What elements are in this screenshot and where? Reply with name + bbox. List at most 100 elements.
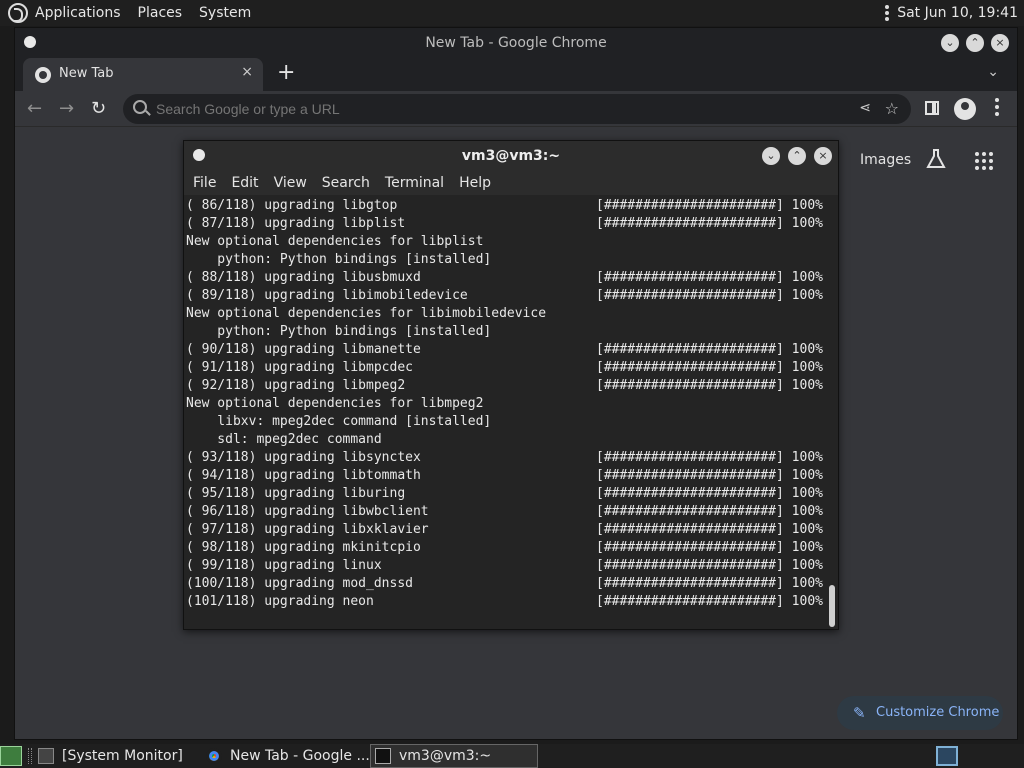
terminal-line-text: ( 91/118) upgrading libmpcdec <box>186 360 413 375</box>
tab-search-icon[interactable]: ⌄ <box>987 64 999 80</box>
progress-bar-text: [######################] 100% <box>596 468 823 483</box>
forward-icon[interactable]: → <box>59 98 74 119</box>
progress-bar-text: [######################] 100% <box>596 198 823 213</box>
terminal-line-text: ( 95/118) upgrading liburing <box>186 486 406 501</box>
chrome-icon <box>206 748 222 764</box>
menu-search[interactable]: Search <box>322 175 370 191</box>
minimize-icon[interactable]: ⌄ <box>941 34 959 52</box>
tab-strip: New Tab × + ⌄ <box>15 58 1017 91</box>
maximize-icon[interactable]: ⌃ <box>788 147 806 165</box>
google-apps-icon[interactable] <box>975 152 993 170</box>
terminal-line-text: sdl: mpeg2dec command <box>186 432 382 447</box>
taskbar-item-chrome[interactable]: New Tab - Google ... <box>206 744 370 768</box>
scrollbar-thumb[interactable] <box>829 585 835 627</box>
clock[interactable]: Sat Jun 10, 19:41 <box>897 5 1018 21</box>
show-desktop-icon[interactable] <box>0 746 22 766</box>
terminal-line-text: ( 99/118) upgrading linux <box>186 558 382 573</box>
terminal-output[interactable]: ( 86/118) upgrading libgtop [############… <box>186 197 826 627</box>
progress-bar-text: [######################] 100% <box>596 288 823 303</box>
progress-bar-text <box>596 233 826 251</box>
terminal-line: ( 97/118) upgrading libxklavier [########… <box>186 521 826 539</box>
progress-bar-text: [######################] 100% <box>596 378 823 393</box>
terminal-line: ( 99/118) upgrading linux [##############… <box>186 557 826 575</box>
progress-bar-text <box>596 323 826 341</box>
terminal-line: ( 94/118) upgrading libtommath [#########… <box>186 467 826 485</box>
bookmark-star-icon[interactable]: ☆ <box>885 99 899 118</box>
reload-icon[interactable]: ↻ <box>91 98 106 119</box>
terminal-menubar: File Edit View Search Terminal Help <box>184 171 838 195</box>
terminal-line: ( 98/118) upgrading mkinitcpio [#########… <box>186 539 826 557</box>
taskbar-handle[interactable] <box>28 748 32 764</box>
taskbar-item-terminal[interactable]: vm3@vm3:~ <box>370 744 538 768</box>
terminal-icon <box>375 748 391 764</box>
terminal-line-text: python: Python bindings [installed] <box>186 324 492 339</box>
progress-bar-text: [######################] 100% <box>596 270 823 285</box>
taskbar-item-system-monitor[interactable]: [System Monitor] <box>38 744 183 768</box>
customize-chrome-button[interactable]: ✎ Customize Chrome <box>837 696 1003 730</box>
top-panel: Applications Places System Sat Jun 10, 1… <box>0 0 1024 26</box>
panel-overflow-icon[interactable] <box>885 5 890 21</box>
close-icon[interactable]: × <box>814 147 832 165</box>
close-icon[interactable]: × <box>991 34 1009 52</box>
share-icon[interactable]: ⋖ <box>859 100 871 116</box>
workspace-switcher[interactable] <box>936 746 958 766</box>
terminal-line: (100/118) upgrading mod_dnssd [##########… <box>186 575 826 593</box>
terminal-line-text: libxv: mpeg2dec command [installed] <box>186 414 492 429</box>
chrome-menu-icon[interactable] <box>995 98 999 116</box>
back-icon[interactable]: ← <box>27 98 42 119</box>
images-link[interactable]: Images <box>860 152 911 168</box>
progress-bar-text: [######################] 100% <box>596 216 823 231</box>
terminal-line-text: ( 98/118) upgrading mkinitcpio <box>186 540 421 555</box>
menu-edit[interactable]: Edit <box>231 175 258 191</box>
terminal-line-text: (100/118) upgrading mod_dnssd <box>186 576 413 591</box>
progress-bar-text <box>596 431 826 449</box>
labs-flask-icon[interactable] <box>925 148 947 170</box>
chrome-titlebar[interactable]: New Tab - Google Chrome ⌄ ⌃ × <box>15 28 1017 58</box>
tab-label: New Tab <box>59 66 114 81</box>
menu-file[interactable]: File <box>193 175 216 191</box>
maximize-icon[interactable]: ⌃ <box>966 34 984 52</box>
profile-avatar-icon[interactable] <box>954 98 976 120</box>
terminal-line-text: ( 96/118) upgrading libwbclient <box>186 504 429 519</box>
tab-new-tab[interactable]: New Tab × <box>23 58 263 91</box>
terminal-scrollbar[interactable] <box>829 197 835 627</box>
places-menu[interactable]: Places <box>138 5 183 21</box>
terminal-line-text: (101/118) upgrading neon <box>186 594 374 609</box>
omnibox-input[interactable] <box>156 100 806 118</box>
terminal-line-text: ( 97/118) upgrading libxklavier <box>186 522 429 537</box>
progress-bar-text <box>596 305 826 323</box>
menu-view[interactable]: View <box>274 175 307 191</box>
applications-menu[interactable]: Applications <box>35 5 121 21</box>
progress-bar-text: [######################] 100% <box>596 342 823 357</box>
progress-bar-text: [######################] 100% <box>596 576 823 591</box>
tab-close-icon[interactable]: × <box>241 64 253 80</box>
menu-help[interactable]: Help <box>459 175 491 191</box>
terminal-line: ( 90/118) upgrading libmanette [#########… <box>186 341 826 359</box>
terminal-line-text: python: Python bindings [installed] <box>186 252 492 267</box>
terminal-line-text: ( 89/118) upgrading libimobiledevice <box>186 288 468 303</box>
terminal-line: ( 92/118) upgrading libmpeg2 [###########… <box>186 377 826 395</box>
terminal-line-text: ( 93/118) upgrading libsynctex <box>186 450 421 465</box>
minimize-icon[interactable]: ⌄ <box>762 147 780 165</box>
terminal-line-text: ( 94/118) upgrading libtommath <box>186 468 421 483</box>
distro-logo-icon[interactable] <box>8 3 28 23</box>
terminal-titlebar[interactable]: vm3@vm3:~ ⌄ ⌃ × <box>184 141 838 171</box>
new-tab-button[interactable]: + <box>277 60 295 85</box>
chrome-toolbar: ← → ↻ ⋖ ☆ <box>15 91 1017 127</box>
menu-terminal[interactable]: Terminal <box>385 175 444 191</box>
system-menu[interactable]: System <box>199 5 251 21</box>
terminal-line: ( 88/118) upgrading libusbmuxd [#########… <box>186 269 826 287</box>
omnibox[interactable]: ⋖ ☆ <box>123 94 911 124</box>
progress-bar-text: [######################] 100% <box>596 594 823 609</box>
terminal-line-text: ( 86/118) upgrading libgtop <box>186 198 398 213</box>
terminal-line: ( 96/118) upgrading libwbclient [########… <box>186 503 826 521</box>
terminal-line: New optional dependencies for libplist <box>186 233 826 251</box>
terminal-line: New optional dependencies for libimobile… <box>186 305 826 323</box>
progress-bar-text: [######################] 100% <box>596 558 823 573</box>
terminal-line-text: ( 90/118) upgrading libmanette <box>186 342 421 357</box>
side-panel-icon[interactable] <box>925 101 939 115</box>
terminal-line-text: ( 87/118) upgrading libplist <box>186 216 406 231</box>
taskbar: [System Monitor] New Tab - Google ... vm… <box>0 744 1024 768</box>
terminal-line: python: Python bindings [installed] <box>186 251 826 269</box>
taskbar-item-label: vm3@vm3:~ <box>399 748 492 764</box>
